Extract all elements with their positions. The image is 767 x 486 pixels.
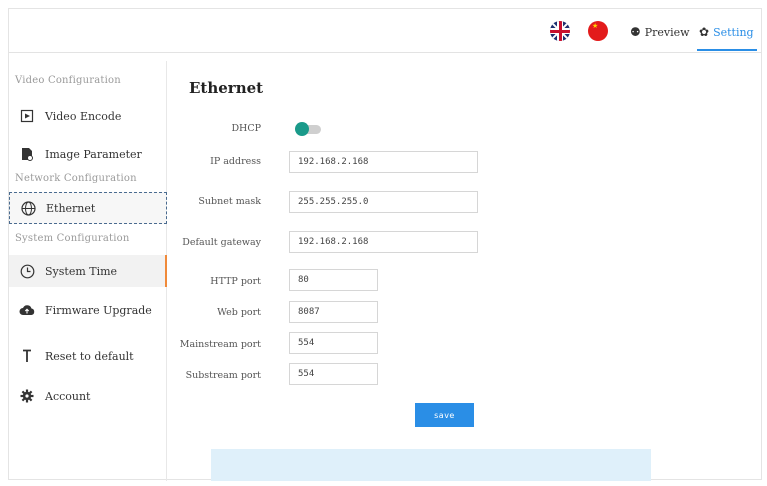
substream-port-input[interactable]: [289, 363, 378, 385]
clock-icon: [19, 263, 35, 279]
subnet-mask-label: Subnet mask: [198, 196, 261, 207]
save-button[interactable]: save: [415, 403, 474, 427]
sidebar-item-account[interactable]: Account: [9, 380, 167, 412]
nav-setting-label: Setting: [713, 25, 754, 39]
preview-icon: ⚉: [630, 25, 641, 39]
sidebar-item-label: Firmware Upgrade: [45, 303, 152, 317]
sidebar-item-label: Ethernet: [46, 201, 96, 215]
nav-preview-label: Preview: [644, 25, 690, 39]
ethernet-icon: [20, 200, 36, 216]
sidebar-item-firmware-upgrade[interactable]: Firmware Upgrade: [9, 294, 167, 326]
video-encode-icon: [19, 108, 35, 124]
sidebar-item-label: System Time: [45, 264, 118, 278]
sidebar-item-image-parameter[interactable]: Image Parameter: [9, 138, 167, 170]
page-title: Ethernet: [189, 79, 264, 97]
section-title-network: Network Configuration: [15, 173, 137, 184]
http-port-label: HTTP port: [210, 276, 261, 287]
mainstream-port-label: Mainstream port: [179, 339, 261, 350]
nav-setting[interactable]: ✿ Setting: [699, 22, 754, 42]
sidebar-item-ethernet[interactable]: Ethernet: [9, 192, 167, 224]
default-gateway-label: Default gateway: [182, 237, 261, 248]
sidebar-item-system-time[interactable]: System Time: [9, 255, 167, 287]
cloud-upload-icon: [19, 302, 35, 318]
ip-address-input[interactable]: [289, 151, 478, 173]
info-panel: [211, 449, 651, 481]
web-port-label: Web port: [217, 307, 261, 318]
http-port-input[interactable]: [289, 269, 378, 291]
section-title-video: Video Configuration: [15, 75, 121, 86]
china-flag-icon[interactable]: ★: [588, 21, 608, 41]
sidebar-item-label: Video Encode: [45, 109, 122, 123]
app-frame: ★ ⚉ Preview ✿ Setting Video Configuratio…: [8, 8, 762, 481]
top-header: ★ ⚉ Preview ✿ Setting: [9, 9, 761, 53]
image-parameter-icon: [19, 146, 35, 162]
dhcp-toggle[interactable]: [295, 122, 321, 136]
section-title-system: System Configuration: [15, 233, 130, 244]
active-tab-underline: [697, 49, 757, 51]
nav-preview[interactable]: ⚉ Preview: [630, 22, 690, 42]
mainstream-port-input[interactable]: [289, 332, 378, 354]
subnet-mask-input[interactable]: [289, 191, 478, 213]
web-port-input[interactable]: [289, 301, 378, 323]
sidebar: Video Configuration Video Encode Image P…: [9, 61, 167, 481]
sidebar-item-label: Account: [45, 389, 91, 403]
ip-address-label: IP address: [210, 156, 261, 167]
reset-icon: [19, 348, 35, 364]
gear-icon: ✿: [699, 25, 710, 39]
substream-port-label: Substream port: [185, 370, 261, 381]
default-gateway-input[interactable]: [289, 231, 478, 253]
sidebar-item-label: Reset to default: [45, 349, 134, 363]
sidebar-item-video-encode[interactable]: Video Encode: [9, 100, 167, 132]
gear-icon: [19, 388, 35, 404]
sidebar-item-reset[interactable]: Reset to default: [9, 340, 167, 372]
uk-flag-icon[interactable]: [550, 21, 570, 41]
sidebar-item-label: Image Parameter: [45, 147, 142, 161]
dhcp-label: DHCP: [231, 123, 261, 134]
